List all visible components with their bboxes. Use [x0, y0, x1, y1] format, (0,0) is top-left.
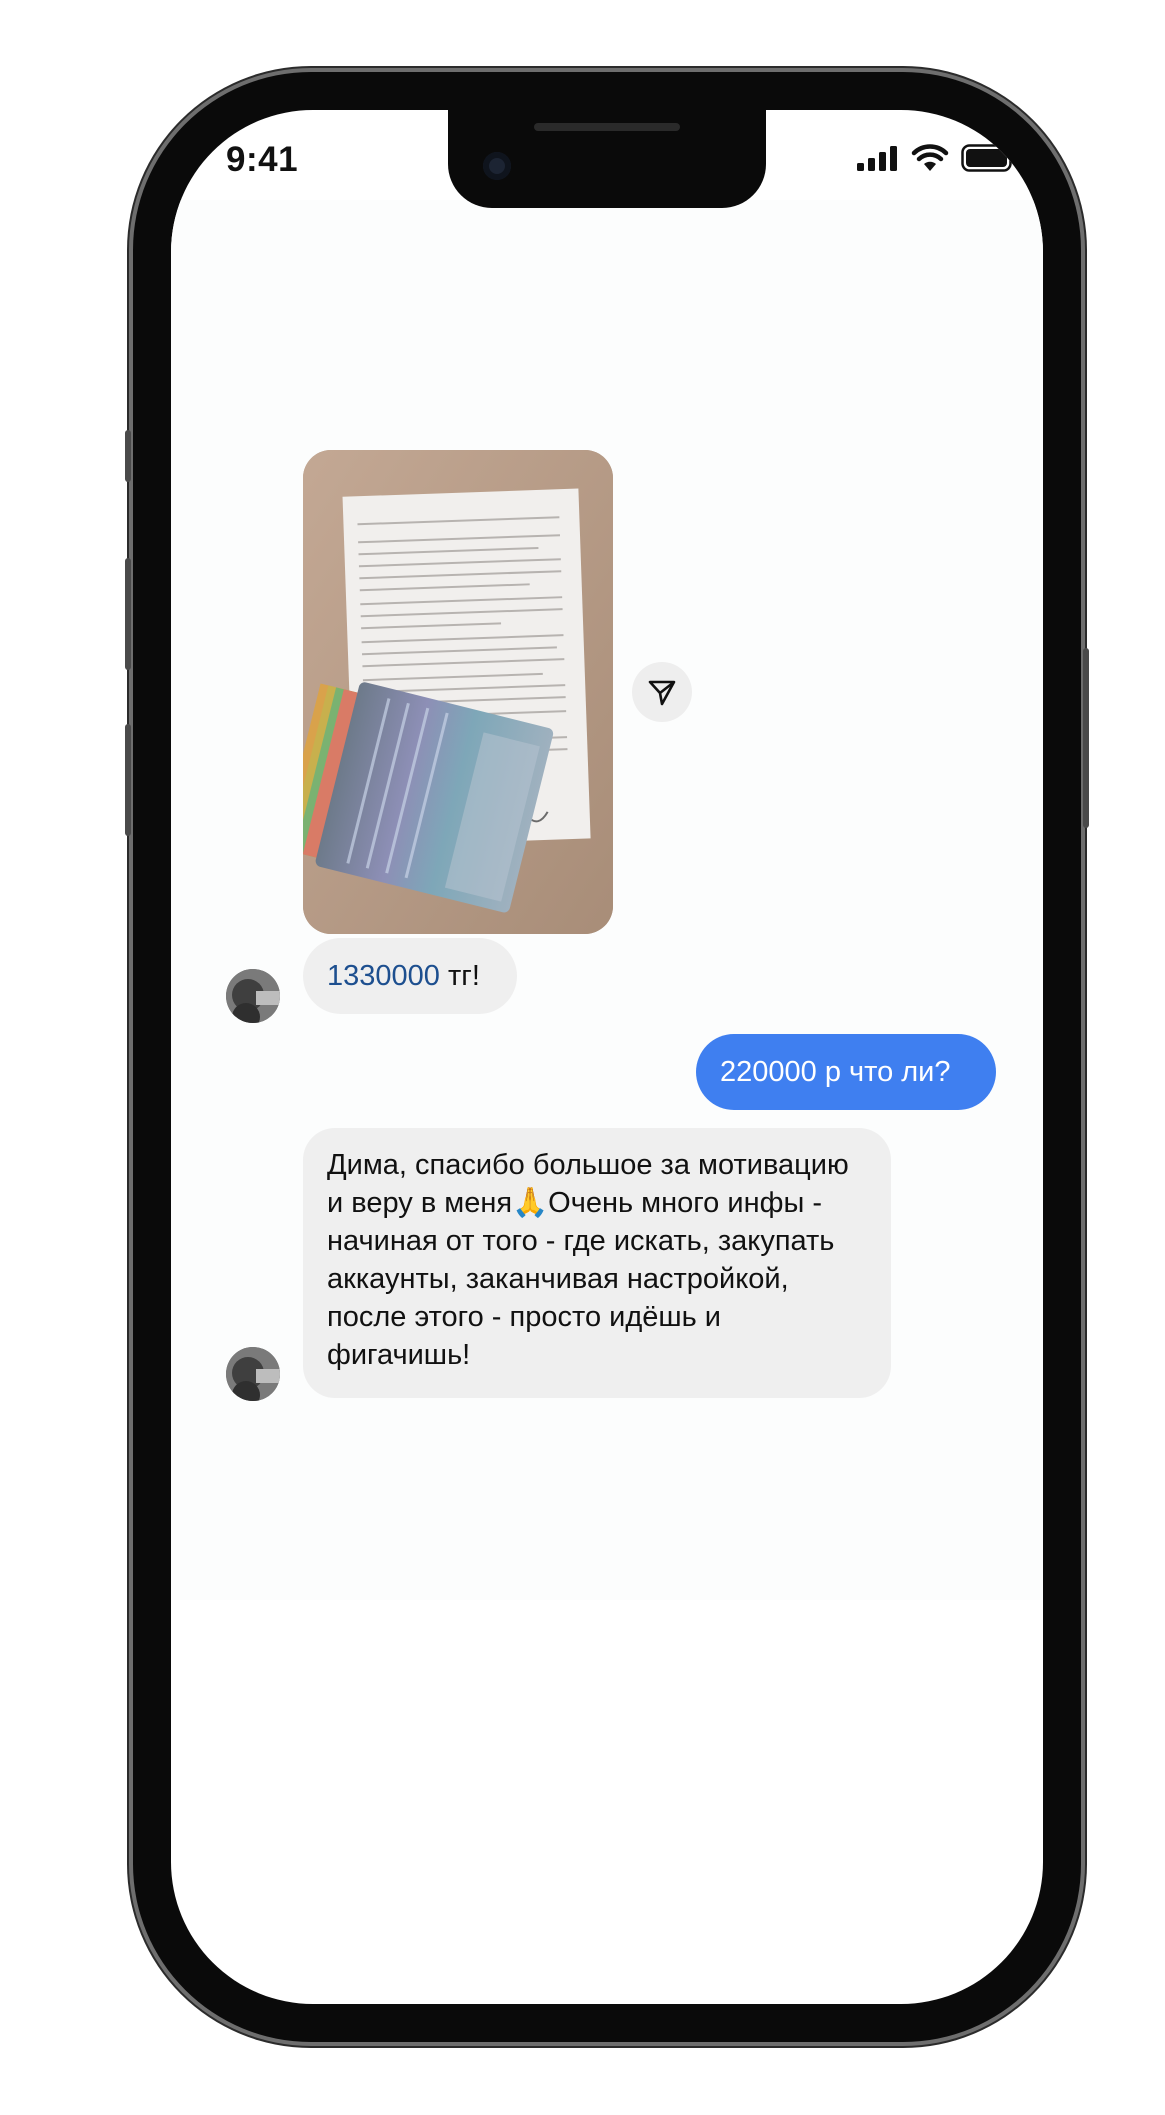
- phone-screen: 9:41 1330000 тг! 220000 р что ли? Дима, …: [171, 110, 1043, 2004]
- message-bubble-incoming[interactable]: 1330000 тг!: [303, 938, 517, 1014]
- message-text: 220000 р что ли?: [720, 1056, 951, 1088]
- battery-icon: [961, 144, 1016, 172]
- power-button: [1083, 648, 1089, 828]
- sender-avatar[interactable]: [226, 969, 280, 1023]
- volume-down-button: [125, 724, 131, 836]
- paper-plane-icon: [648, 680, 676, 706]
- message-text: Дима, спасибо большое за мотивацию и вер…: [327, 1149, 849, 1371]
- amount-link[interactable]: 1330000: [327, 960, 440, 992]
- photo-attachment[interactable]: [303, 450, 613, 934]
- status-icons: [857, 144, 1017, 172]
- message-bubble-incoming[interactable]: Дима, спасибо большое за мотивацию и вер…: [303, 1128, 891, 1398]
- sender-avatar[interactable]: [226, 1347, 280, 1401]
- message-text-suffix: тг!: [439, 960, 480, 992]
- phone-frame: 9:41 1330000 тг! 220000 р что ли? Дима, …: [125, 72, 1089, 2042]
- front-camera: [483, 152, 511, 180]
- forward-button[interactable]: [632, 662, 692, 722]
- speaker-grille: [534, 123, 680, 131]
- signal-bars-icon: [857, 146, 897, 171]
- photo-document-money-image: [303, 450, 613, 934]
- avatar-image: [226, 1347, 280, 1401]
- volume-up-button: [125, 558, 131, 670]
- wifi-icon: [911, 144, 949, 171]
- message-bubble-outgoing[interactable]: 220000 р что ли?: [696, 1034, 996, 1110]
- mute-switch: [125, 430, 131, 482]
- avatar-image: [226, 969, 280, 1023]
- status-time: 9:41: [226, 140, 299, 179]
